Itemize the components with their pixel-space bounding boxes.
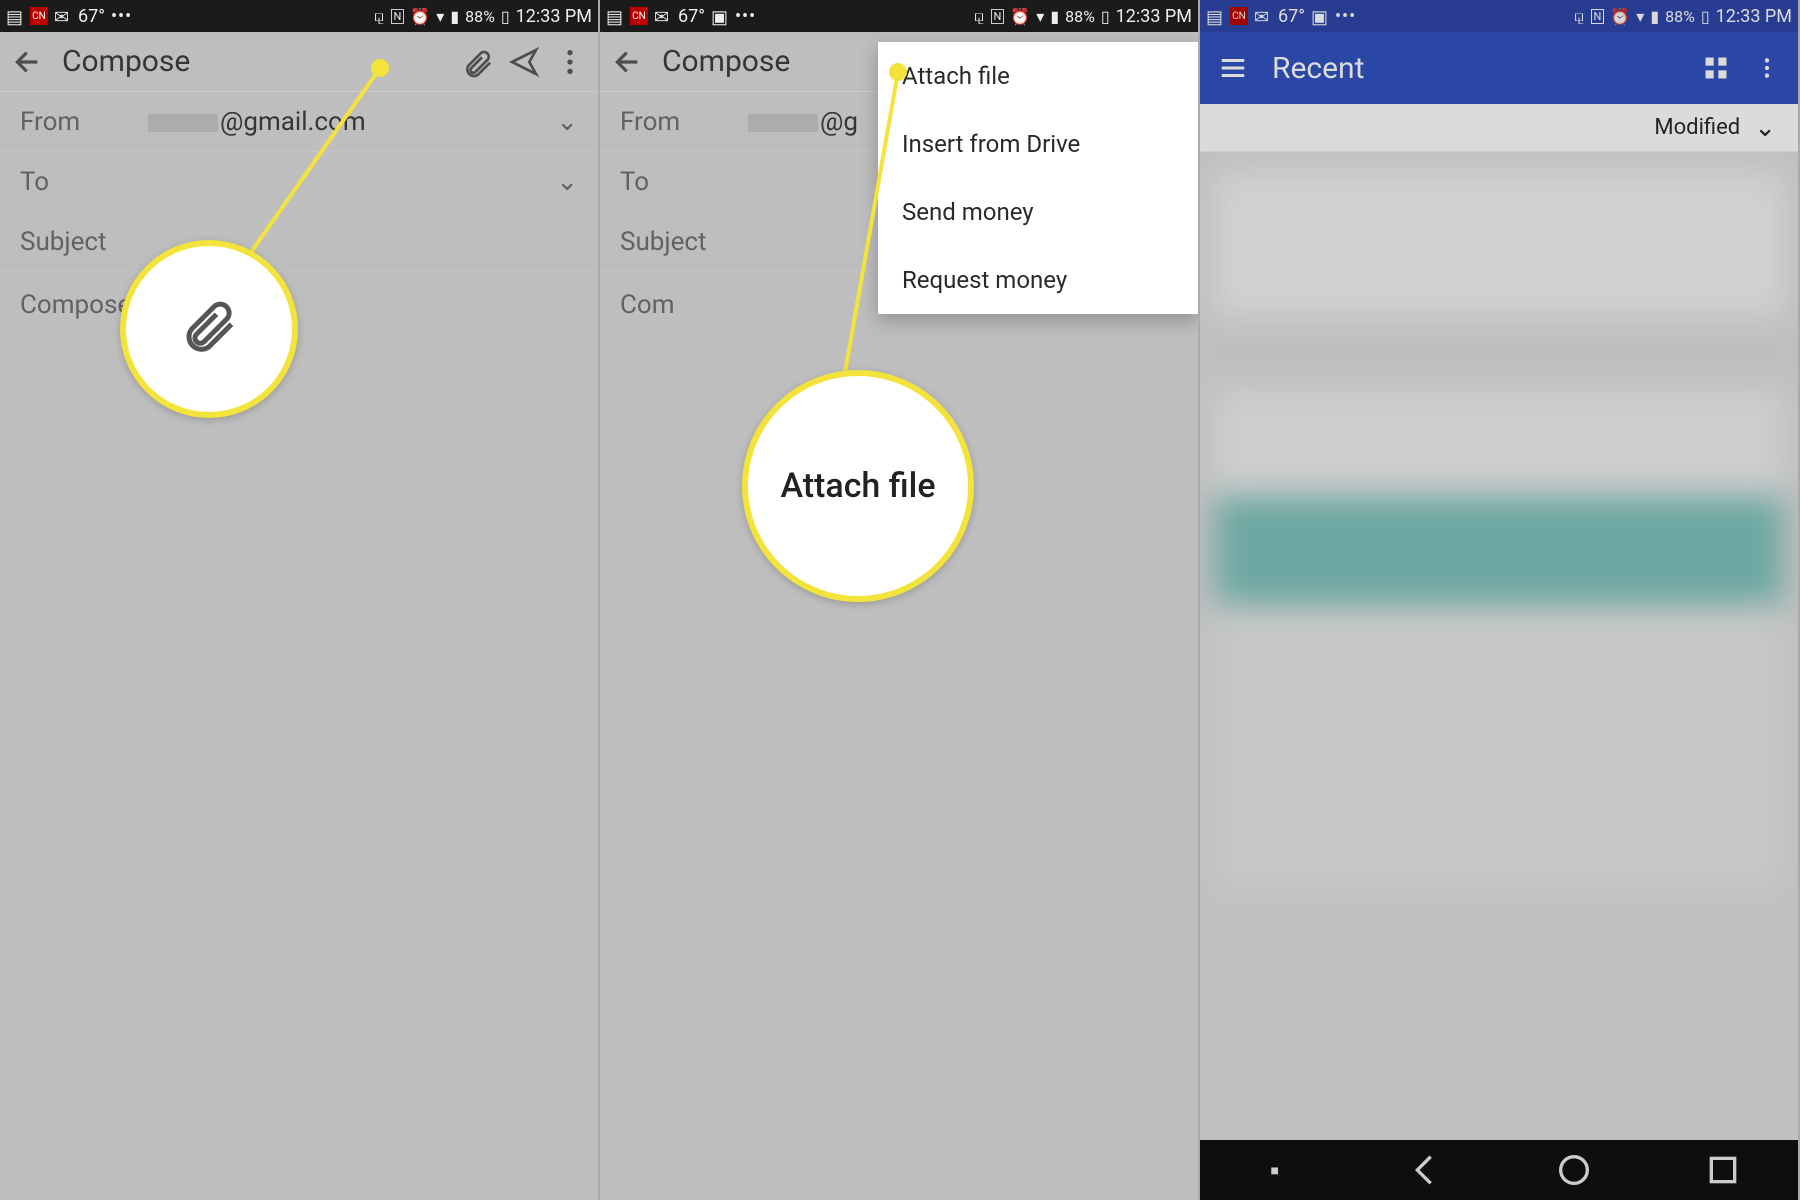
chevron-down-icon[interactable]: ⌄ (556, 107, 578, 137)
panel-file-picker: ▤ CN ✉ 67° ▣ ⚼ N ⏰ ▾ ▮ 88% ▯ 12:33 PM Re… (1200, 0, 1800, 1200)
bluetooth-icon: ⚼ (973, 6, 984, 26)
notification-image-icon: ▣ (711, 7, 729, 25)
overflow-menu-icon[interactable] (1754, 55, 1780, 81)
notification-cnn-icon: CN (30, 7, 48, 25)
status-more-icon (111, 6, 132, 27)
nfc-icon: N (1591, 9, 1605, 24)
notification-voicemail-icon: ✉ (54, 7, 72, 25)
attach-icon[interactable] (462, 46, 494, 78)
battery-text: 88% (1665, 7, 1695, 26)
nav-notification-dot-icon[interactable]: ■ (1255, 1150, 1295, 1190)
grid-view-icon[interactable] (1702, 54, 1730, 82)
status-more-icon (1335, 6, 1356, 27)
status-more-icon (735, 6, 756, 27)
hamburger-menu-icon[interactable] (1218, 53, 1248, 83)
compose-body-placeholder: Compose (20, 290, 131, 320)
file-list-preview-blurred[interactable] (1214, 172, 1784, 892)
android-nav-bar: ■ (1200, 1140, 1798, 1200)
subject-label: Subject (20, 227, 107, 257)
back-arrow-icon[interactable] (612, 46, 644, 78)
alarm-icon: ⏰ (410, 7, 430, 26)
notification-doc-icon: ▤ (1206, 7, 1224, 25)
nav-back-icon[interactable] (1404, 1150, 1444, 1190)
notification-doc-icon: ▤ (6, 7, 24, 25)
compose-title: Compose (62, 44, 190, 79)
status-temperature: 67° (78, 6, 105, 27)
status-time: 12:33 PM (1116, 6, 1192, 27)
bluetooth-icon: ⚼ (373, 6, 384, 26)
to-label: To (620, 167, 730, 197)
file-picker-title: Recent (1272, 51, 1364, 86)
panel-compose-step1: ▤ CN ✉ 67° ⚼ N ⏰ ▾ ▮ 88% ▯ 12:33 PM Comp… (0, 0, 600, 1200)
alarm-icon: ⏰ (1610, 7, 1630, 26)
signal-icon: ▮ (1050, 7, 1059, 26)
menu-item-send-money[interactable]: Send money (878, 178, 1198, 246)
attach-icon (179, 293, 239, 366)
menu-item-insert-from-drive[interactable]: Insert from Drive (878, 110, 1198, 178)
subject-label: Subject (620, 227, 707, 257)
status-bar: ▤ CN ✉ 67° ▣ ⚼ N ⏰ ▾ ▮ 88% ▯ 12:33 PM (1200, 0, 1798, 32)
overflow-menu-icon[interactable] (554, 46, 586, 78)
chevron-down-icon[interactable]: ⌄ (1754, 113, 1776, 143)
callout-text: Attach file (780, 466, 935, 506)
nfc-icon: N (991, 9, 1005, 24)
compose-body[interactable]: Compose (0, 272, 598, 1200)
file-picker-header: Recent (1200, 32, 1798, 104)
battery-icon: ▯ (501, 7, 510, 26)
to-label: To (20, 167, 130, 197)
compose-header: Compose (0, 32, 598, 92)
nav-home-icon[interactable] (1554, 1150, 1594, 1190)
notification-cnn-icon: CN (1230, 7, 1248, 25)
alarm-icon: ⏰ (1010, 7, 1030, 26)
back-arrow-icon[interactable] (12, 46, 44, 78)
sort-label: Modified (1654, 115, 1740, 140)
notification-voicemail-icon: ✉ (654, 7, 672, 25)
status-bar: ▤ CN ✉ 67° ▣ ⚼ N ⏰ ▾ ▮ 88% ▯ 12:33 PM (600, 0, 1198, 32)
notification-cnn-icon: CN (630, 7, 648, 25)
nav-recent-icon[interactable] (1703, 1150, 1743, 1190)
signal-icon: ▮ (1650, 7, 1659, 26)
status-time: 12:33 PM (1716, 6, 1792, 27)
nfc-icon: N (391, 9, 405, 24)
bluetooth-icon: ⚼ (1573, 6, 1584, 26)
status-bar: ▤ CN ✉ 67° ⚼ N ⏰ ▾ ▮ 88% ▯ 12:33 PM (0, 0, 598, 32)
status-temperature: 67° (678, 6, 705, 27)
battery-text: 88% (1065, 7, 1095, 26)
compose-title: Compose (662, 44, 790, 79)
from-value-redacted: @g (748, 107, 858, 137)
battery-icon: ▯ (1101, 7, 1110, 26)
notification-image-icon: ▣ (1311, 7, 1329, 25)
callout-anchor-dot (889, 63, 907, 81)
notification-doc-icon: ▤ (606, 7, 624, 25)
notification-voicemail-icon: ✉ (1254, 7, 1272, 25)
wifi-icon: ▾ (1636, 7, 1644, 26)
callout-attach-file-text: Attach file (742, 370, 974, 602)
subject-field[interactable]: Subject (0, 212, 598, 272)
chevron-down-icon[interactable]: ⌄ (556, 167, 578, 197)
wifi-icon: ▾ (436, 7, 444, 26)
battery-text: 88% (465, 7, 495, 26)
attach-menu: Attach file Insert from Drive Send money… (878, 42, 1198, 314)
callout-attach-icon (120, 240, 298, 418)
callout-anchor-dot (371, 59, 389, 77)
signal-icon: ▮ (450, 7, 459, 26)
from-label: From (620, 107, 730, 137)
compose-body-placeholder: Com (620, 290, 675, 320)
battery-icon: ▯ (1701, 7, 1710, 26)
panel-compose-step2-menu: ▤ CN ✉ 67° ▣ ⚼ N ⏰ ▾ ▮ 88% ▯ 12:33 PM Co… (600, 0, 1200, 1200)
status-time: 12:33 PM (516, 6, 592, 27)
send-icon[interactable] (508, 46, 540, 78)
from-field[interactable]: From @gmail.com ⌄ (0, 92, 598, 152)
menu-item-request-money[interactable]: Request money (878, 246, 1198, 314)
from-label: From (20, 107, 130, 137)
status-temperature: 67° (1278, 6, 1305, 27)
sort-row[interactable]: Modified ⌄ (1200, 104, 1798, 152)
wifi-icon: ▾ (1036, 7, 1044, 26)
menu-item-attach-file[interactable]: Attach file (878, 42, 1198, 110)
